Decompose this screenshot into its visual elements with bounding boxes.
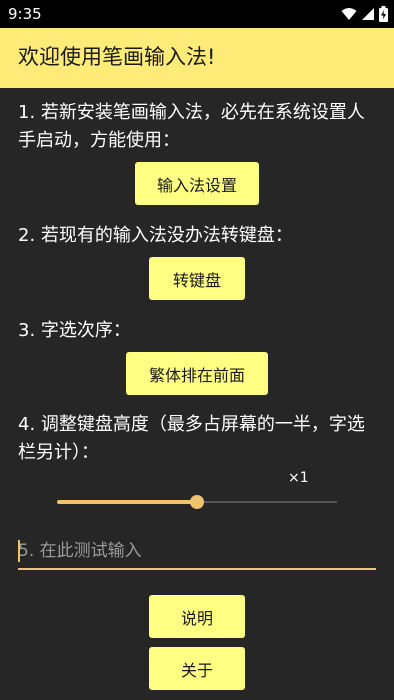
app-title: 欢迎使用笔画输入法! xyxy=(18,45,216,69)
step4-text: 4. 调整键盘高度（最多占屏幕的一半，字选栏另计）： xyxy=(18,414,365,463)
keyboard-height-slider[interactable] xyxy=(57,492,337,512)
status-bar: 9:35 xyxy=(0,0,394,28)
switch-keyboard-button[interactable]: 转键盘 xyxy=(149,257,245,300)
test-input-field[interactable] xyxy=(18,534,376,570)
traditional-first-button[interactable]: 繁体排在前面 xyxy=(126,352,268,395)
step2-text: 2. 若现有的输入法没办法转键盘： xyxy=(18,225,293,246)
about-button[interactable]: 关于 xyxy=(149,647,245,690)
ime-settings-button[interactable]: 输入法设置 xyxy=(135,162,259,205)
status-icons xyxy=(341,5,388,23)
app-bar: 欢迎使用笔画输入法! xyxy=(0,28,394,88)
battery-icon xyxy=(379,6,388,22)
step3-text: 3. 字选次序： xyxy=(18,320,131,341)
keyboard-height-value: ×1 xyxy=(288,470,309,486)
slider-track-fill xyxy=(57,500,197,504)
slider-thumb[interactable] xyxy=(190,495,204,509)
explain-button[interactable]: 说明 xyxy=(149,595,245,638)
wifi-icon xyxy=(341,8,357,20)
step1-text: 1. 若新安装笔画输入法，必先在系统设置人手启动，方能使用： xyxy=(18,102,365,151)
text-cursor xyxy=(18,540,20,562)
status-time: 9:35 xyxy=(8,5,42,23)
cell-signal-icon xyxy=(362,8,374,20)
